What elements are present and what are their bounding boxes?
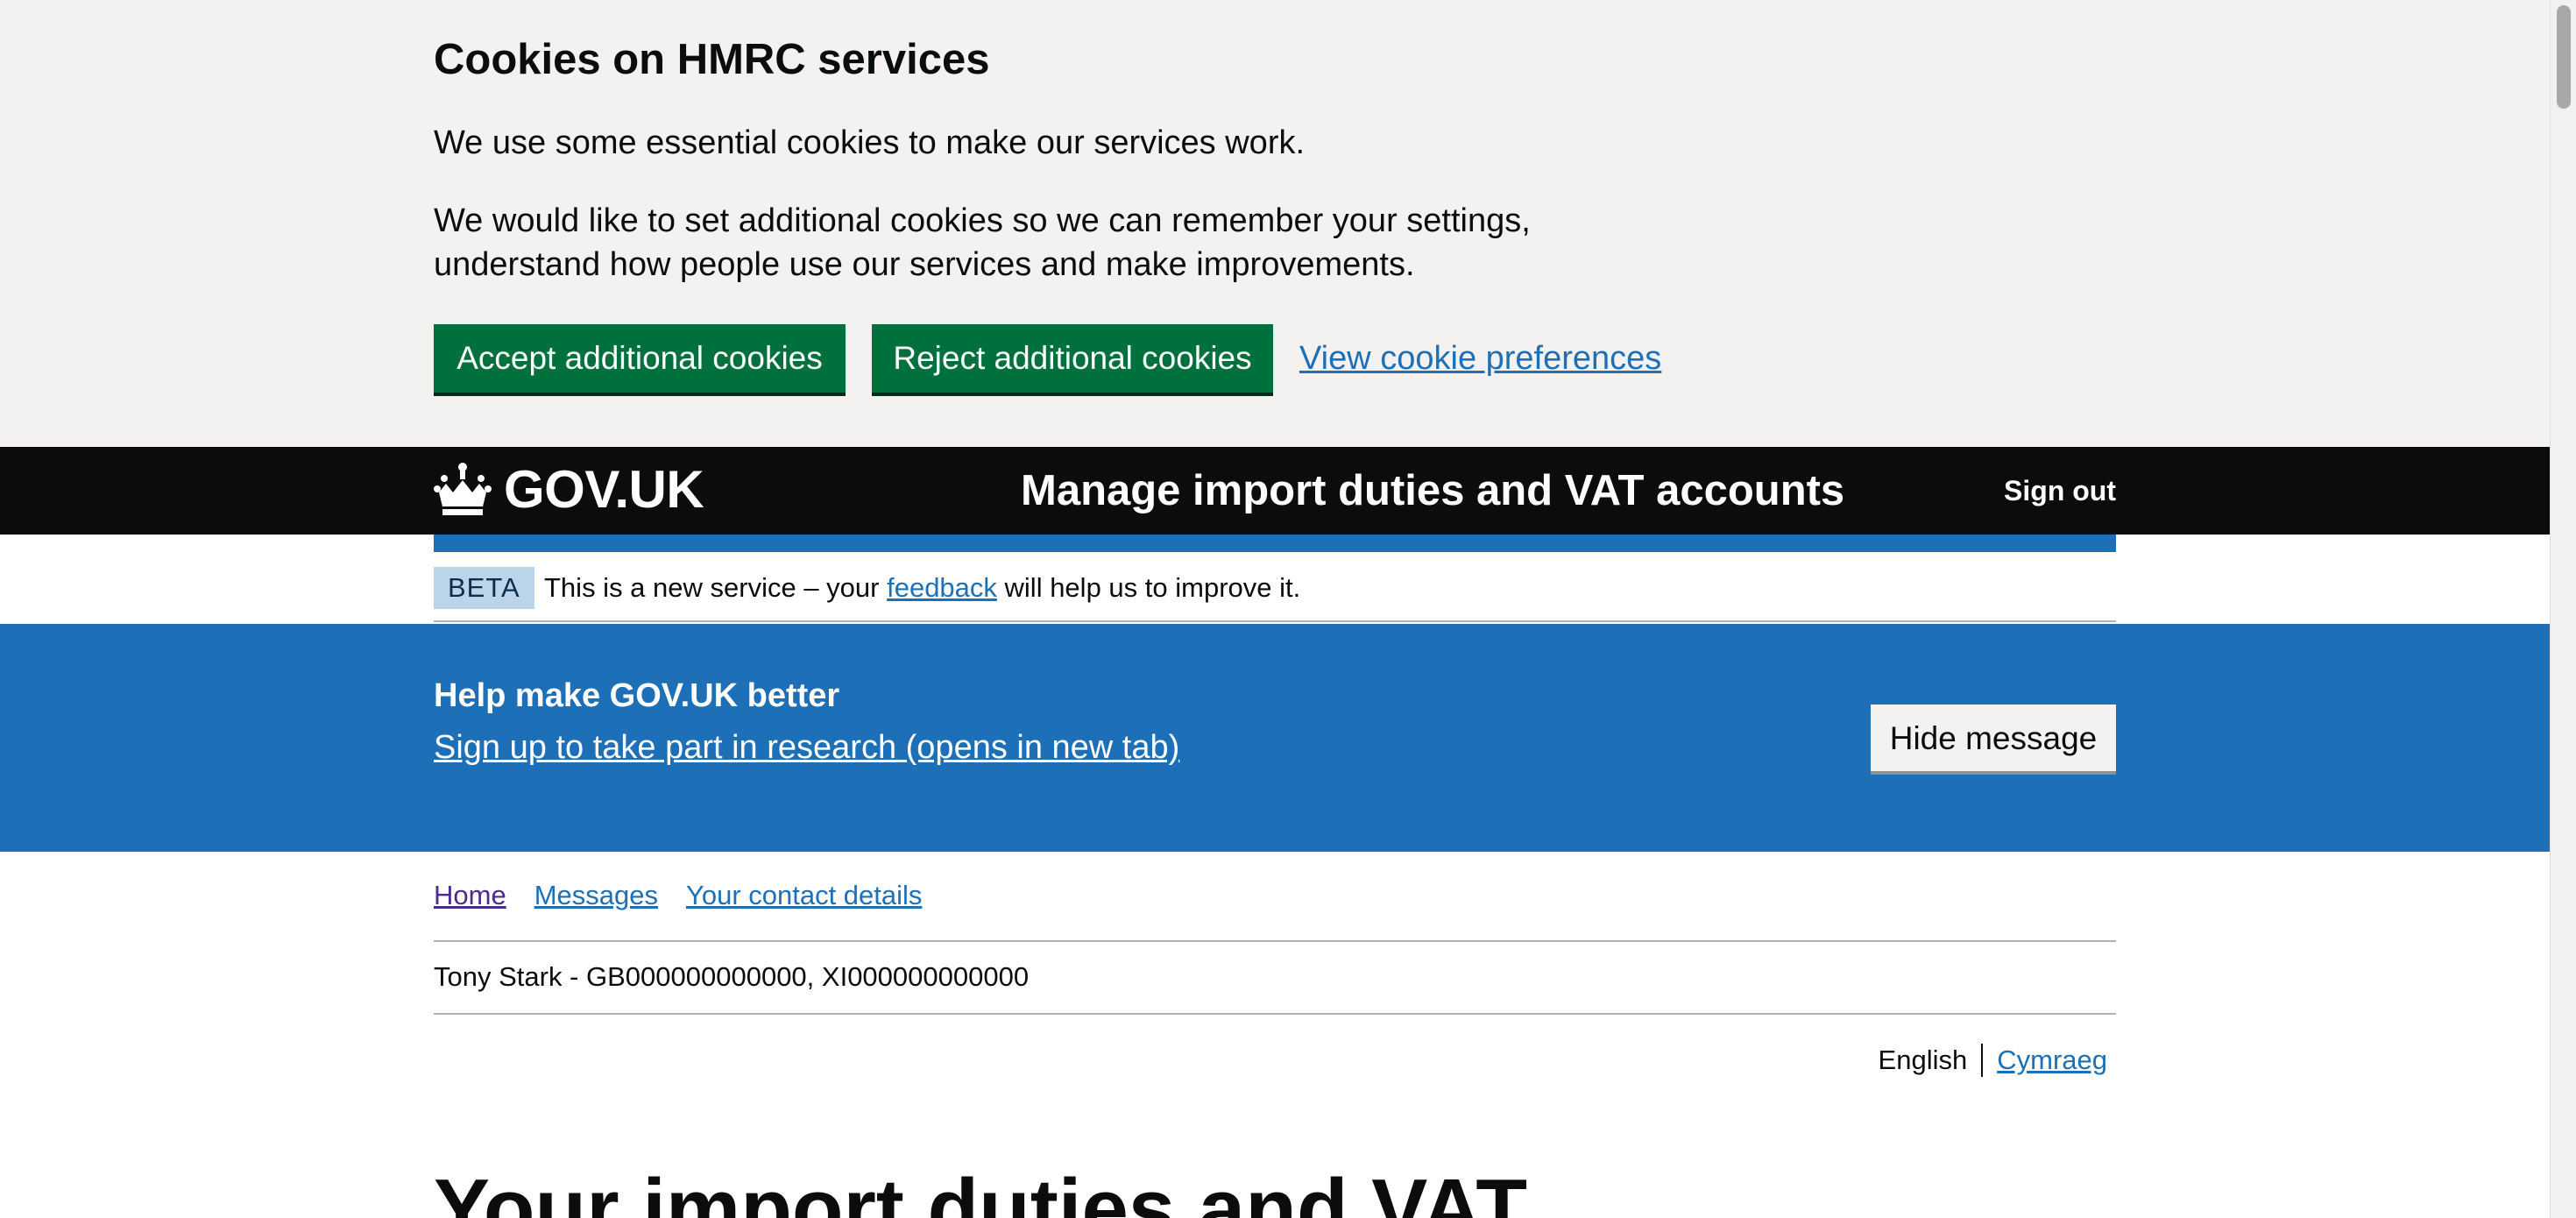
sub-navigation: Home Messages Your contact details [434, 876, 922, 915]
phase-banner: BETA This is a new service – your feedba… [434, 552, 2116, 622]
subnav-item-home[interactable]: Home [434, 876, 506, 915]
govuk-logo-text: GOV.UK [504, 460, 704, 519]
subnav-item-contact-details[interactable]: Your contact details [686, 876, 922, 915]
subnav-item-messages[interactable]: Messages [534, 876, 658, 915]
header-blue-bar [434, 535, 2116, 552]
cookie-banner-text-line: We would like to set additional cookies … [434, 202, 1531, 239]
accept-cookies-button[interactable]: Accept additional cookies [434, 324, 846, 393]
language-toggle: English Cymraeg [1879, 1041, 2116, 1080]
page-title: Your import duties and VAT [434, 1162, 1527, 1218]
govuk-logo-link[interactable]: GOV.UK [434, 459, 704, 520]
reject-cookies-button[interactable]: Reject additional cookies [872, 324, 1273, 393]
crown-icon [434, 463, 492, 515]
cookie-banner-text: We would like to set additional cookies … [434, 199, 1531, 287]
site-header: GOV.UK Manage import duties and VAT acco… [0, 447, 2550, 535]
beta-tag: BETA [434, 567, 534, 609]
scrollbar-thumb[interactable] [2557, 5, 2571, 109]
research-banner-title: Help make GOV.UK better [434, 677, 840, 714]
language-separator [1981, 1044, 1984, 1077]
scrollbar[interactable] [2550, 0, 2576, 1218]
language-cymraeg-link[interactable]: Cymraeg [1997, 1041, 2116, 1080]
phase-banner-text: This is a new service – your feedback wi… [544, 567, 1300, 609]
cookie-banner-title: Cookies on HMRC services [434, 36, 990, 83]
cookie-banner-text: We use some essential cookies to make ou… [434, 124, 1306, 161]
cookie-banner: Cookies on HMRC services We use some ess… [0, 0, 2550, 447]
research-banner: Help make GOV.UK better Sign up to take … [0, 624, 2550, 852]
view-cookie-preferences-link[interactable]: View cookie preferences [1299, 336, 1661, 380]
page: Cookies on HMRC services We use some ess… [0, 0, 2550, 1218]
sign-out-link[interactable]: Sign out [2004, 471, 2116, 510]
cookie-banner-text-line: understand how people use our services a… [434, 246, 1415, 283]
language-current: English [1878, 1045, 1968, 1075]
phase-text-after: will help us to improve it. [996, 572, 1301, 603]
phase-text-before: This is a new service – your [544, 572, 888, 603]
feedback-link[interactable]: feedback [887, 572, 997, 603]
hide-message-button[interactable]: Hide message [1871, 705, 2116, 771]
divider [434, 940, 2116, 942]
divider [434, 1013, 2116, 1015]
service-name-link[interactable]: Manage import duties and VAT accounts [1021, 463, 1844, 519]
user-details: Tony Stark - GB000000000000, XI000000000… [434, 961, 1030, 992]
research-signup-link[interactable]: Sign up to take part in research (opens … [434, 725, 1179, 770]
